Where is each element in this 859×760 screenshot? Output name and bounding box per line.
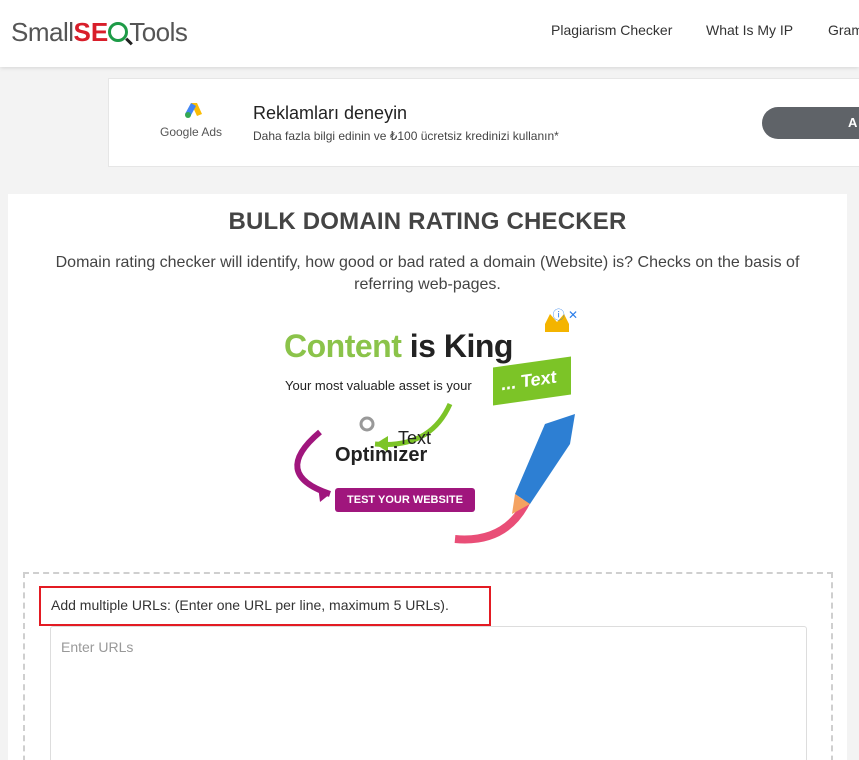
urls-textarea[interactable] [50, 626, 807, 760]
google-ads-banner[interactable]: Google Ads Reklamları deneyin Daha fazla… [108, 78, 859, 167]
ad-subtitle: Daha fazla bilgi edinin ve ₺100 ücretsiz… [253, 129, 559, 143]
ad-title: Reklamları deneyin [253, 103, 408, 123]
page-title: BULK DOMAIN RATING CHECKER [228, 208, 627, 235]
url-input-hint: Add multiple URLs: (Enter one URL per li… [39, 586, 491, 626]
nav-plagiarism-checker[interactable]: Plagiarism Checker [551, 22, 672, 38]
url-input-section: Add multiple URLs: (Enter one URL per li… [23, 572, 833, 760]
promo-headline-dark: is King [409, 328, 514, 364]
promo-ad[interactable]: ⓘ ✕ Content is King Your most valuable a… [280, 304, 580, 554]
tool-card: BULK DOMAIN RATING CHECKER Domain rating… [8, 194, 847, 760]
promo-subtitle: Your most valuable asset is your [285, 378, 472, 393]
test-your-website-button[interactable]: TEST YOUR WEBSITE [335, 488, 475, 512]
promo-headline: Content is King [284, 328, 513, 365]
page-description: Domain rating checker will identify, how… [55, 254, 800, 293]
logo-text-small: Small [11, 17, 74, 47]
logo-text-tools: Tools [129, 17, 188, 47]
google-ads-icon [185, 103, 202, 118]
nav-grammar-checker[interactable]: Gram [828, 22, 859, 38]
nav-what-is-my-ip[interactable]: What Is My IP [706, 22, 793, 38]
promo-logo-optimizer: Optimizer [335, 444, 428, 466]
ad-info-close-icon[interactable]: ⓘ ✕ [553, 306, 578, 323]
google-ads-label: Google Ads [160, 125, 223, 139]
logo-text-seo: SE [73, 17, 109, 47]
site-header: Small SE Tools Plagiarism Checker What Is … [0, 0, 859, 67]
ad-cta-button[interactable]: A [762, 107, 859, 139]
magnifier-icon [108, 21, 129, 42]
promo-headline-green: Content [284, 328, 410, 364]
site-logo[interactable]: Small SE Tools [11, 17, 188, 48]
